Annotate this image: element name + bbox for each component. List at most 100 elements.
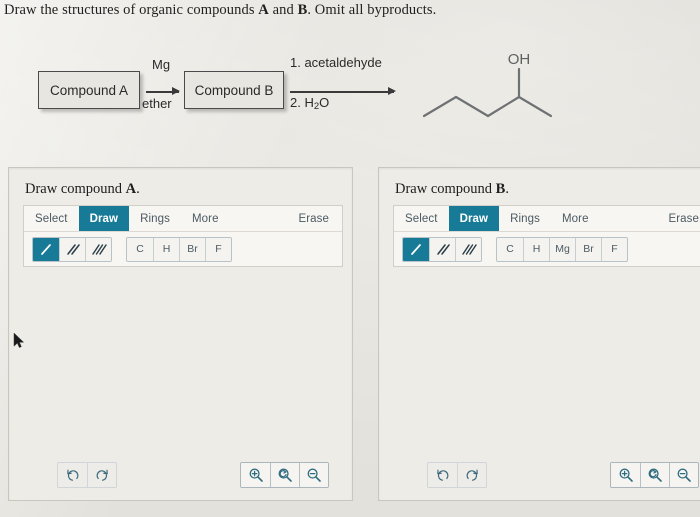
panel-b-title: Draw compound B.	[395, 181, 509, 198]
arrow-head	[172, 87, 180, 95]
panel-a-title-letter: A	[125, 181, 137, 197]
redo-icon	[96, 469, 108, 481]
element-button-mg[interactable]: Mg	[549, 237, 575, 261]
tabstrip-spacer	[230, 206, 288, 231]
double-bond-button[interactable]	[59, 237, 85, 261]
triple-bond-icon	[91, 243, 107, 255]
single-bond-button[interactable]	[403, 237, 429, 261]
reaction-scheme: Compound A Mg ether Compound B 1. acetal…	[0, 26, 700, 156]
tab-more[interactable]: More	[551, 206, 600, 231]
history-group-a	[57, 462, 117, 488]
element-button-c[interactable]: C	[497, 237, 523, 261]
double-bond-button[interactable]	[429, 237, 455, 261]
tabstrip-spacer	[600, 206, 658, 231]
arrow-head	[388, 87, 396, 95]
zoom-in-button[interactable]	[241, 463, 270, 487]
prompt-text-mid: and	[268, 2, 298, 18]
triple-bond-button[interactable]	[455, 237, 481, 261]
page-title: Draw the structures of organic compounds…	[4, 2, 436, 19]
erase-button[interactable]: Erase	[287, 206, 342, 231]
zoom-in-button[interactable]	[611, 463, 640, 487]
bond-c4-c5	[517, 95, 553, 118]
drawing-canvas-a[interactable]	[23, 268, 343, 442]
editor-b-tools-row: C H Mg Br F	[394, 232, 700, 266]
zoom-out-button[interactable]	[669, 463, 698, 487]
history-group-b	[427, 462, 487, 488]
single-bond-button[interactable]	[33, 237, 59, 261]
triple-bond-icon	[461, 243, 477, 255]
undo-icon	[437, 469, 449, 481]
reaction-arrow-1: Mg ether	[142, 57, 180, 111]
tab-rings[interactable]: Rings	[499, 206, 551, 231]
arrow-1-reagent-above: Mg	[152, 57, 171, 72]
arrow-2-reagent-below: 2. H2O	[290, 95, 329, 112]
zoom-out-button[interactable]	[299, 463, 328, 487]
element-button-br[interactable]: Br	[179, 237, 205, 261]
drawing-canvas-b[interactable]	[393, 268, 700, 442]
panel-b-title-letter: B	[495, 181, 506, 197]
arrow-shaft	[290, 91, 394, 93]
element-group-b: C H Mg Br F	[496, 236, 628, 262]
panel-b-title-suffix: .	[505, 181, 509, 197]
hydroxyl-label: OH	[508, 51, 531, 68]
prompt-label-b: B	[297, 2, 308, 18]
zoom-group-b	[610, 462, 699, 488]
undo-icon	[67, 469, 79, 481]
undo-button[interactable]	[428, 463, 457, 487]
molecule-editor-b: Select Draw Rings More Erase C H Mg Br F	[393, 205, 700, 267]
zoom-in-icon	[249, 468, 263, 482]
prompt-text-before: Draw the structures of organic compounds	[4, 2, 259, 18]
tab-select[interactable]: Select	[24, 206, 79, 231]
prompt-label-a: A	[258, 2, 269, 18]
bond-c2-c3	[454, 95, 490, 118]
product-structure-2-pentanol: OH	[422, 51, 553, 118]
tab-rings[interactable]: Rings	[129, 206, 181, 231]
editor-b-bottom-bar	[393, 462, 700, 488]
zoom-reset-button[interactable]	[270, 463, 299, 487]
arrow-2-reagent-above: 1. acetaldehyde	[290, 55, 382, 70]
undo-button[interactable]	[58, 463, 87, 487]
zoom-reset-button[interactable]	[640, 463, 669, 487]
double-bond-icon	[66, 243, 80, 255]
element-button-f[interactable]: F	[205, 237, 231, 261]
reaction-arrow-2: 1. acetaldehyde 2. H2O	[290, 55, 400, 112]
bond-type-group	[32, 236, 112, 262]
zoom-group-a	[240, 462, 329, 488]
element-button-h[interactable]: H	[153, 237, 179, 261]
element-button-br[interactable]: Br	[575, 237, 601, 261]
element-group-a: C H Br F	[126, 236, 232, 262]
single-bond-icon	[411, 243, 421, 255]
element-button-f[interactable]: F	[601, 237, 627, 261]
triple-bond-button[interactable]	[85, 237, 111, 261]
bond-type-group	[402, 236, 482, 262]
redo-button[interactable]	[87, 463, 116, 487]
element-button-c[interactable]: C	[127, 237, 153, 261]
h2o-prefix: 2. H	[290, 95, 314, 110]
editor-a-tools-row: C H Br F	[24, 232, 342, 266]
panel-a-title-suffix: .	[136, 181, 140, 197]
tab-select[interactable]: Select	[394, 206, 449, 231]
bond-c1-c2	[422, 95, 458, 118]
editor-a-bottom-bar	[23, 462, 343, 488]
tab-more[interactable]: More	[181, 206, 230, 231]
zoom-reset-icon	[278, 468, 292, 482]
redo-icon	[466, 469, 478, 481]
panel-a-title-prefix: Draw compound	[25, 181, 126, 197]
element-button-h[interactable]: H	[523, 237, 549, 261]
zoom-out-icon	[677, 468, 691, 482]
mouse-cursor-icon	[13, 332, 25, 348]
molecule-editor-a: Select Draw Rings More Erase C H Br F	[23, 205, 343, 267]
single-bond-icon	[41, 243, 51, 255]
bond-c3-c4	[486, 95, 521, 118]
panel-b-title-prefix: Draw compound	[395, 181, 496, 197]
draw-compound-a-panel: Draw compound A. Select Draw Rings More …	[8, 167, 353, 501]
zoom-out-icon	[307, 468, 321, 482]
redo-button[interactable]	[457, 463, 486, 487]
zoom-in-icon	[619, 468, 633, 482]
tab-draw[interactable]: Draw	[78, 206, 130, 231]
panel-a-title: Draw compound A.	[25, 181, 140, 198]
draw-compound-b-panel: Draw compound B. Select Draw Rings More …	[378, 167, 700, 501]
tab-draw[interactable]: Draw	[448, 206, 500, 231]
erase-button[interactable]: Erase	[657, 206, 700, 231]
compound-b-box: Compound B	[184, 71, 284, 109]
